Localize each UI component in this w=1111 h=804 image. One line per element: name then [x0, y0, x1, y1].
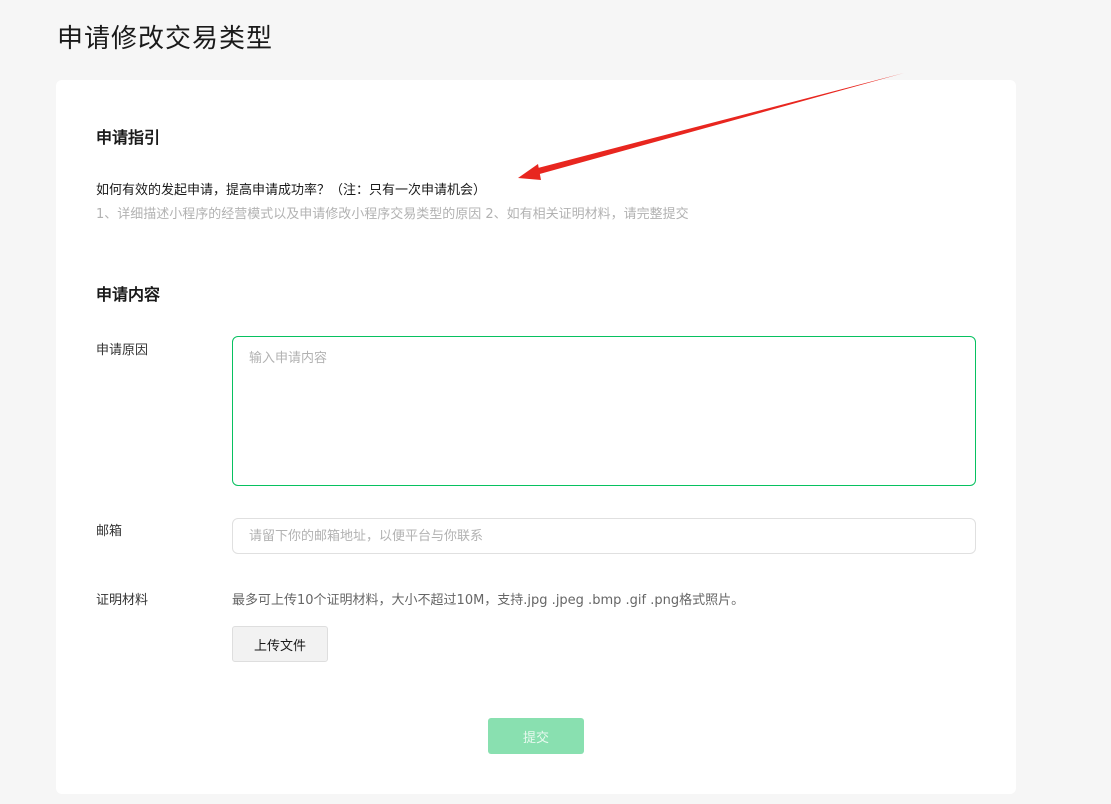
email-input[interactable]	[232, 518, 976, 554]
guide-tips: 1、详细描述小程序的经营模式以及申请修改小程序交易类型的原因 2、如有相关证明材…	[96, 207, 689, 222]
page-title: 申请修改交易类型	[57, 24, 274, 54]
guide-question: 如何有效的发起申请，提高申请成功率？（注：只有一次申请机会）	[96, 183, 487, 198]
upload-hint: 最多可上传10个证明材料，大小不超过10M，支持.jpg .jpeg .bmp …	[232, 593, 745, 608]
email-label: 邮箱	[96, 524, 123, 539]
guide-section-title: 申请指引	[96, 128, 161, 147]
upload-file-button[interactable]: 上传文件	[232, 626, 328, 662]
reason-label: 申请原因	[96, 343, 149, 358]
content-section-title: 申请内容	[96, 285, 161, 304]
proof-label: 证明材料	[96, 593, 149, 608]
form-card: 申请指引 如何有效的发起申请，提高申请成功率？（注：只有一次申请机会） 1、详细…	[56, 80, 1016, 794]
reason-textarea[interactable]	[232, 336, 976, 486]
submit-button[interactable]: 提交	[488, 718, 584, 754]
